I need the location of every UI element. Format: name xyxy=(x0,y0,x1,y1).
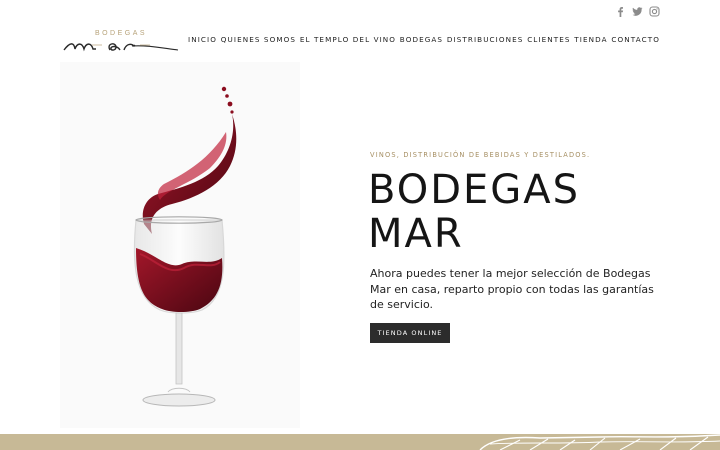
hero-description: Ahora puedes tener la mejor selección de… xyxy=(370,267,654,311)
nav-distribuciones[interactable]: DISTRIBUCIONES xyxy=(447,35,524,44)
hero-title-line1: BODEGAS xyxy=(368,167,581,213)
nav-contacto[interactable]: CONTACTO xyxy=(611,35,660,44)
nav-tienda[interactable]: TIENDA xyxy=(574,35,607,44)
nav-el-templo-del-vino[interactable]: EL TEMPLO DEL VINO xyxy=(300,35,396,44)
logo-script-mar xyxy=(63,43,179,52)
instagram-icon[interactable] xyxy=(649,4,660,17)
nav-bodegas[interactable]: BODEGAS xyxy=(400,35,443,44)
nav-quienes-somos[interactable]: QUIENES SOMOS xyxy=(221,35,296,44)
facebook-icon[interactable] xyxy=(615,4,626,17)
twitter-icon[interactable] xyxy=(632,4,643,16)
bottles-sketch-decoration xyxy=(479,434,720,450)
main-nav: INICIO QUIENES SOMOS EL TEMPLO DEL VINO … xyxy=(188,35,660,44)
hero-title-line2: MAR xyxy=(368,211,464,257)
social-links xyxy=(615,4,660,17)
nav-inicio[interactable]: INICIO xyxy=(188,35,217,44)
brand-logo[interactable]: BODEGAS xyxy=(62,30,180,56)
footer-band xyxy=(0,434,720,450)
tienda-online-button[interactable]: TIENDA ONLINE xyxy=(370,323,450,343)
hero-title: BODEGAS MAR xyxy=(368,168,668,256)
hero-tagline: VINOS, DISTRIBUCIÓN DE BEBIDAS Y DESTILA… xyxy=(370,151,591,159)
hero-image xyxy=(60,62,300,428)
wine-glass-splash-icon xyxy=(133,86,237,407)
nav-clientes[interactable]: CLIENTES xyxy=(527,35,570,44)
